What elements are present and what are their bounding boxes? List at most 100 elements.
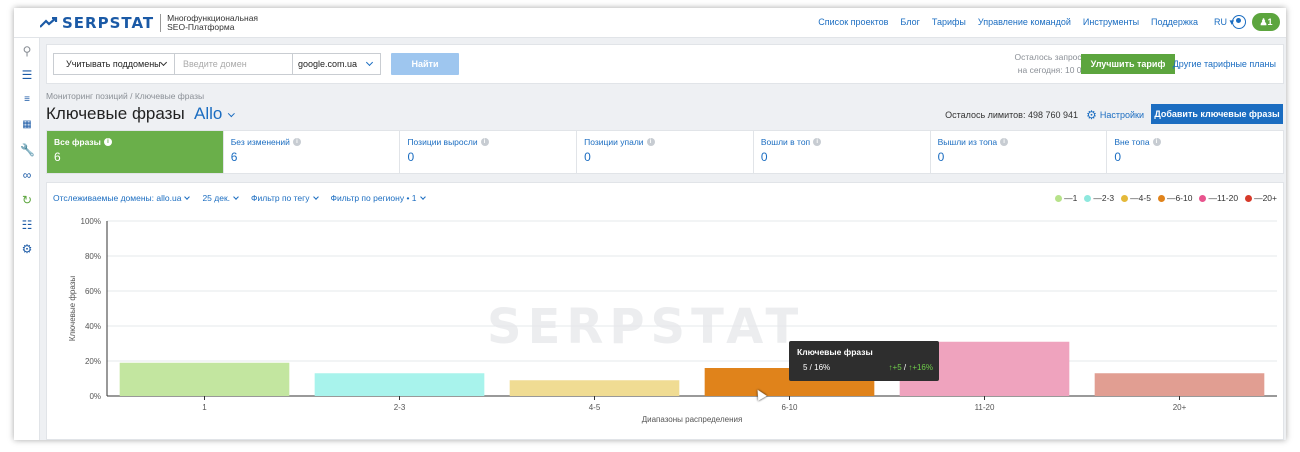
bar[interactable] bbox=[1094, 373, 1265, 396]
y-tick-label: 20% bbox=[85, 357, 101, 366]
bar-chart: 0% 20% 40% 60% 80% 100% 1 2-3 4-5 6-10 11-20 20+ Диа… bbox=[68, 217, 1277, 424]
rank-tracker-icon[interactable]: ↻ bbox=[20, 193, 34, 207]
card-value: 0 bbox=[584, 150, 591, 164]
wrench-icon[interactable]: 🔧 bbox=[20, 143, 35, 157]
info-icon[interactable]: i bbox=[1152, 138, 1161, 146]
chart-tooltip: Ключевые фразы 5 / 16% ↑+5 / ↑+16% bbox=[789, 341, 939, 381]
page-title: Ключевые фразы bbox=[46, 104, 185, 123]
legend-dot-icon bbox=[1084, 194, 1092, 202]
top-nav: Список проектов Блог Тарифы Управление к… bbox=[818, 17, 1198, 27]
top-bar: SERPSTAT Многофункциональная SEO-Платфор… bbox=[14, 8, 1286, 38]
breadcrumb[interactable]: Мониторинг позиций / Ключевые фразы bbox=[46, 91, 204, 101]
filters-bar: Отслеживаемые домены: allo.ua 25 дек. Фи… bbox=[53, 193, 426, 203]
card-label-wrap: Вошли в топ i bbox=[761, 137, 923, 147]
legend-item[interactable]: —20+ bbox=[1245, 193, 1277, 203]
search-icon[interactable]: ⚲ bbox=[20, 44, 34, 58]
keywords-icon[interactable]: ▦ bbox=[20, 118, 34, 132]
sitemap-icon[interactable]: ☷ bbox=[20, 218, 34, 232]
card-out-of-top[interactable]: Вне топа i 0 bbox=[1107, 131, 1283, 173]
info-icon[interactable]: i bbox=[480, 138, 489, 146]
card-positions-down[interactable]: Позиции упали i 0 bbox=[577, 131, 754, 173]
upgrade-plan-button[interactable]: Улучшить тариф bbox=[1081, 54, 1175, 74]
card-value: 0 bbox=[937, 150, 945, 164]
card-value: 0 bbox=[1114, 150, 1121, 164]
card-label: Вошли в топ bbox=[760, 137, 811, 147]
card-label: Вышли из топа bbox=[937, 137, 998, 147]
search-panel: Учитывать поддомены google.com.ua Найти … bbox=[46, 44, 1284, 84]
legend-item[interactable]: —6-10 bbox=[1157, 193, 1192, 203]
nav-tools-link[interactable]: Инструменты bbox=[1083, 17, 1139, 27]
team-badge[interactable]: ♟1 bbox=[1252, 13, 1280, 31]
card-label-wrap: Вне топа i bbox=[1114, 137, 1276, 147]
nav-support-link[interactable]: Поддержка bbox=[1151, 17, 1198, 27]
language-select[interactable]: RU ▾ bbox=[1214, 17, 1234, 28]
find-button[interactable]: Найти bbox=[391, 53, 459, 75]
card-value: 0 bbox=[760, 150, 768, 164]
legend-item[interactable]: —4-5 bbox=[1121, 193, 1151, 203]
other-plans-link[interactable]: Другие тарифные планы bbox=[1173, 59, 1276, 69]
card-left-top[interactable]: Вышли из топа i 0 bbox=[931, 131, 1108, 173]
legend-item[interactable]: —2-3 bbox=[1084, 193, 1114, 203]
date-filter[interactable]: 25 дек. bbox=[202, 193, 239, 203]
card-positions-up[interactable]: Позиции выросли i 0 bbox=[400, 131, 578, 173]
bar[interactable] bbox=[314, 373, 485, 396]
search-engine-select[interactable]: google.com.ua bbox=[293, 53, 381, 75]
logo-tagline: Многофункциональная SEO-Платформа bbox=[167, 14, 258, 32]
gear-icon[interactable]: ⚙ bbox=[20, 242, 34, 256]
info-icon[interactable]: i bbox=[1000, 138, 1009, 146]
project-select[interactable]: Allo bbox=[194, 104, 231, 124]
list-icon[interactable]: ≡ bbox=[20, 93, 34, 107]
y-tick-label: 60% bbox=[85, 287, 101, 296]
card-value: 0 bbox=[407, 150, 415, 164]
legend-dot-icon bbox=[1245, 194, 1253, 202]
info-icon[interactable]: i bbox=[813, 138, 822, 146]
info-icon[interactable]: i bbox=[646, 138, 655, 146]
info-icon[interactable]: i bbox=[292, 138, 301, 146]
gear-icon: ⚙ bbox=[1086, 108, 1097, 122]
info-icon[interactable]: i bbox=[103, 138, 112, 146]
bar[interactable] bbox=[509, 380, 680, 396]
bar[interactable] bbox=[119, 362, 290, 396]
tag-filter[interactable]: Фильтр по тегу bbox=[251, 193, 318, 203]
legend-item[interactable]: —1 bbox=[1055, 193, 1077, 203]
card-label: Позиции выросли bbox=[407, 137, 478, 147]
legend-label: —11-20 bbox=[1208, 193, 1239, 203]
link-icon[interactable]: ∞ bbox=[20, 168, 34, 182]
user-plus-icon: ♟ bbox=[1259, 17, 1268, 27]
nav-team-link[interactable]: Управление командой bbox=[978, 17, 1071, 27]
tooltip-title: Ключевые фразы bbox=[797, 347, 873, 357]
legend-label: —1 bbox=[1064, 193, 1078, 203]
tooltip-changes: ↑+5 / ↑+16% bbox=[889, 363, 933, 372]
nav-blog-link[interactable]: Блог bbox=[900, 17, 919, 27]
subdomains-select[interactable]: Учитывать поддомены bbox=[53, 53, 175, 75]
tracked-domains-filter[interactable]: Отслеживаемые домены: allo.ua bbox=[53, 193, 190, 203]
x-tick-label: 4-5 bbox=[589, 403, 601, 412]
sidebar: ⚲ ☰ ≡ ▦ 🔧 ∞ ↻ ☷ ⚙ bbox=[14, 38, 40, 440]
requests-quota: Осталось запросов на сегодня: 10 000 bbox=[1015, 51, 1091, 77]
user-icon[interactable] bbox=[1232, 15, 1246, 29]
card-no-changes[interactable]: Без изменений i 6 bbox=[224, 131, 401, 173]
tagline-line-2: SEO-Платформа bbox=[167, 22, 235, 32]
add-keywords-button[interactable]: Добавить ключевые фразы bbox=[1151, 104, 1283, 124]
nav-projects-link[interactable]: Список проектов bbox=[818, 17, 888, 27]
menu-icon[interactable]: ☰ bbox=[20, 68, 34, 82]
card-value: 6 bbox=[230, 150, 238, 164]
logo[interactable]: SERPSTAT Многофункциональная SEO-Платфор… bbox=[40, 14, 258, 32]
legend-label: —2-3 bbox=[1093, 193, 1115, 203]
nav-pricing-link[interactable]: Тарифы bbox=[932, 17, 966, 27]
y-tick-label: 80% bbox=[85, 252, 101, 261]
legend-dot-icon bbox=[1121, 194, 1129, 202]
settings-button[interactable]: ⚙ Настройки bbox=[1086, 108, 1144, 122]
legend-label: —20+ bbox=[1254, 193, 1277, 203]
logo-mark-icon bbox=[40, 17, 58, 28]
card-value: 6 bbox=[54, 150, 61, 164]
tooltip-count: 5 / 16% bbox=[803, 363, 831, 372]
legend-label: —4-5 bbox=[1130, 193, 1151, 203]
region-filter[interactable]: Фильтр по региону • 1 bbox=[331, 193, 426, 203]
logo-divider bbox=[160, 14, 162, 32]
chart-legend: —1 —2-3 —4-5 —6-10 —11-20 —20+ bbox=[1055, 193, 1277, 203]
domain-input[interactable] bbox=[175, 53, 293, 75]
card-all-phrases[interactable]: Все фразы i 6 bbox=[47, 131, 224, 173]
card-entered-top[interactable]: Вошли в топ i 0 bbox=[754, 131, 931, 173]
legend-item[interactable]: —11-20 bbox=[1199, 193, 1238, 203]
